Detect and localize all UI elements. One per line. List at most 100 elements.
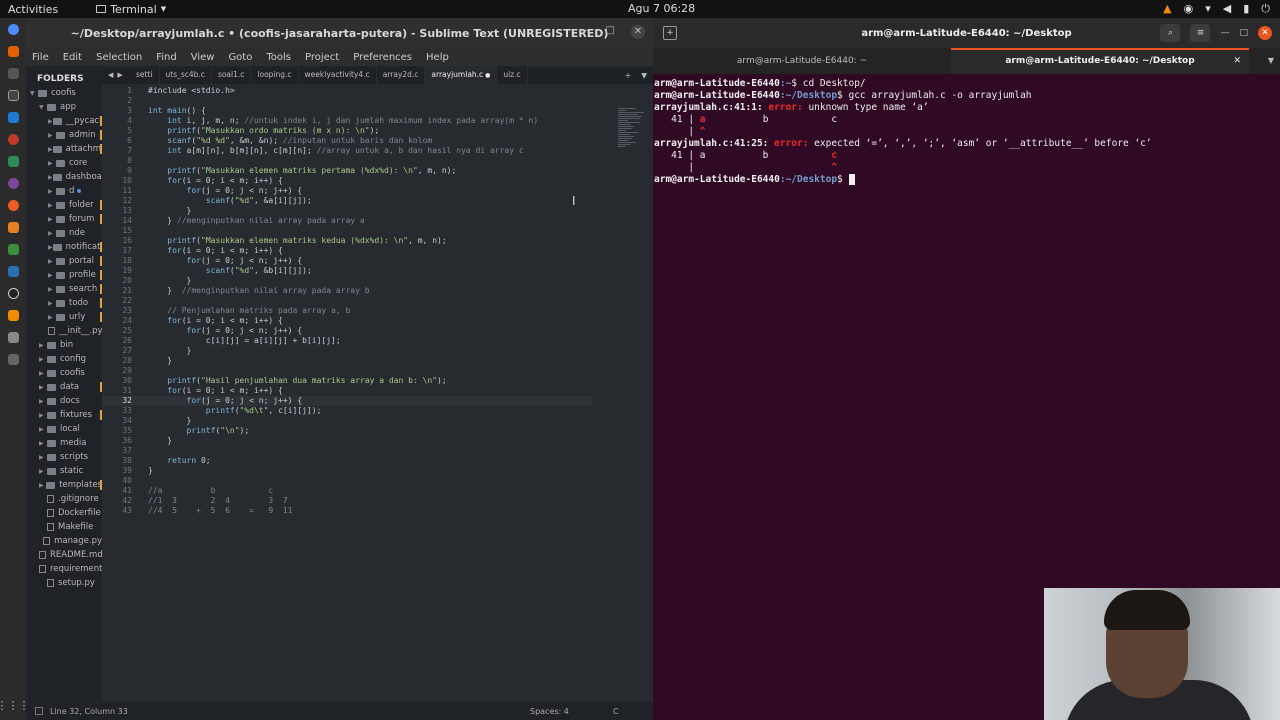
- code-line[interactable]: 22: [102, 296, 592, 306]
- activities-button[interactable]: Activities: [8, 3, 58, 16]
- code-line[interactable]: 32 for(j = 0; j < n; j++) {: [102, 396, 592, 406]
- terminal-titlebar[interactable]: + arm@arm-Latitude-E6440: ~/Desktop ⌕ ≡ …: [653, 18, 1280, 48]
- chevron-right-icon[interactable]: ▶: [48, 118, 53, 125]
- menu-item-project[interactable]: Project: [305, 52, 339, 63]
- folder-item[interactable]: ▶ local: [26, 422, 102, 436]
- trash-dock-icon[interactable]: [7, 354, 19, 365]
- search-icon[interactable]: ⌕: [1160, 24, 1181, 42]
- chevron-right-icon[interactable]: ▶: [39, 342, 47, 349]
- code-line[interactable]: 20 }: [102, 276, 592, 286]
- chevron-right-icon[interactable]: ▶: [39, 440, 47, 447]
- editor-tab[interactable]: looping.c: [251, 66, 299, 84]
- app-dock-icon[interactable]: [7, 266, 19, 277]
- chrome-dock-icon[interactable]: [7, 24, 19, 35]
- maximize-button[interactable]: □: [1239, 28, 1248, 38]
- folder-item[interactable]: ▶ core: [26, 156, 102, 170]
- folder-item[interactable]: ▶ media: [26, 436, 102, 450]
- editor-tab[interactable]: arrayjumlah.c ●: [425, 66, 498, 84]
- chevron-right-icon[interactable]: ▶: [39, 398, 47, 405]
- editor-tab[interactable]: weeklyactivity4.c: [299, 66, 377, 84]
- folder-item[interactable]: ▶ dashboard: [26, 170, 102, 184]
- folder-item[interactable]: ▶ bin: [26, 338, 102, 352]
- chevron-right-icon[interactable]: ▶: [39, 370, 47, 377]
- folder-item[interactable]: ▶ nde: [26, 226, 102, 240]
- drive-dock-icon[interactable]: [7, 332, 19, 343]
- indentation-setting[interactable]: Spaces: 4: [530, 707, 569, 716]
- chevron-right-icon[interactable]: ▶: [39, 384, 47, 391]
- menu-item-file[interactable]: File: [32, 52, 49, 63]
- folder-item[interactable]: ▶ admin: [26, 128, 102, 142]
- software-dock-icon[interactable]: [7, 222, 19, 233]
- code-line[interactable]: 35 printf("\n");: [102, 426, 592, 436]
- code-line[interactable]: 15: [102, 226, 592, 236]
- code-line[interactable]: 4 int i, j, m, n; //untuk indek i, j dan…: [102, 116, 592, 126]
- folder-item[interactable]: ▶ docs: [26, 394, 102, 408]
- file-item[interactable]: Makefile: [26, 520, 102, 534]
- code-line[interactable]: 26 c[i][j] = a[i][j] + b[i][j];: [102, 336, 592, 346]
- browser-dock-icon[interactable]: [7, 134, 19, 145]
- code-line[interactable]: 7 int a[m][n], b[m][n], c[m][n]; //array…: [102, 146, 592, 156]
- code-line[interactable]: 43 //4 5 + 5 6 = 9 11: [102, 506, 592, 516]
- folder-item[interactable]: ▶ coofis: [26, 366, 102, 380]
- chevron-right-icon[interactable]: ▶: [48, 272, 56, 279]
- editor-tab[interactable]: array2d.c: [377, 66, 426, 84]
- menu-item-preferences[interactable]: Preferences: [353, 52, 412, 63]
- minimize-button[interactable]: —: [580, 25, 590, 39]
- menu-item-tools[interactable]: Tools: [266, 52, 291, 63]
- code-line[interactable]: 27 }: [102, 346, 592, 356]
- file-item[interactable]: Dockerfile: [26, 506, 102, 520]
- code-line[interactable]: 38 return 0;: [102, 456, 592, 466]
- folder-item[interactable]: ▶ search: [26, 282, 102, 296]
- code-line[interactable]: 8: [102, 156, 592, 166]
- file-item[interactable]: setup.py: [26, 576, 102, 590]
- menu-item-edit[interactable]: Edit: [63, 52, 82, 63]
- settings-dock-icon[interactable]: [7, 244, 19, 255]
- folder-item[interactable]: ▶ config: [26, 352, 102, 366]
- chevron-right-icon[interactable]: ▶: [48, 300, 56, 307]
- file-item[interactable]: manage.py: [26, 534, 102, 548]
- menu-item-view[interactable]: View: [191, 52, 215, 63]
- menu-item-goto[interactable]: Goto: [228, 52, 252, 63]
- folder-item[interactable]: ▶ d: [26, 184, 102, 198]
- chevron-right-icon[interactable]: ▶: [39, 468, 47, 475]
- menu-item-help[interactable]: Help: [426, 52, 449, 63]
- code-line[interactable]: 11 for(j = 0; j < n; j++) {: [102, 186, 592, 196]
- folder-item[interactable]: ▶ __pycache__: [26, 114, 102, 128]
- panel-toggle-icon[interactable]: [35, 707, 43, 715]
- code-line[interactable]: 34 }: [102, 416, 592, 426]
- code-line[interactable]: 37: [102, 446, 592, 456]
- file-item[interactable]: .gitignore: [26, 492, 102, 506]
- folder-item[interactable]: ▶ fixtures: [26, 408, 102, 422]
- cursor-position[interactable]: Line 32, Column 33: [50, 707, 128, 716]
- new-tab-icon[interactable]: +: [663, 26, 677, 40]
- sublime-titlebar[interactable]: ~/Desktop/arrayjumlah.c • (coofis-jasara…: [26, 18, 653, 48]
- terminal-output[interactable]: arm@arm-Latitude-E6440:~$ cd Desktop/arm…: [654, 78, 1152, 186]
- code-line[interactable]: 42 //1 3 2 4 3 7: [102, 496, 592, 506]
- chevron-right-icon[interactable]: ▶: [48, 202, 56, 209]
- tor-dock-icon[interactable]: [7, 178, 19, 189]
- tab-menu-icon[interactable]: ▼: [641, 71, 647, 80]
- chevron-right-icon[interactable]: ▶: [48, 188, 56, 195]
- folder-item[interactable]: ▼ coofis: [26, 86, 102, 100]
- code-line[interactable]: 41 //a b c: [102, 486, 592, 496]
- folder-item[interactable]: ▶ attachment: [26, 142, 102, 156]
- chevron-right-icon[interactable]: ▶: [48, 216, 56, 223]
- code-line[interactable]: 12 scanf("%d", &a[i][j]);: [102, 196, 592, 206]
- chevron-right-icon[interactable]: ▶: [39, 426, 47, 433]
- tab-menu-icon[interactable]: ▼: [1268, 48, 1274, 74]
- vscode-dock-icon[interactable]: [7, 112, 19, 123]
- close-button[interactable]: ✕: [1258, 26, 1272, 40]
- app-menu[interactable]: Terminal ▼: [96, 3, 166, 16]
- hamburger-menu-icon[interactable]: ≡: [1190, 24, 1211, 42]
- minimap[interactable]: [618, 108, 648, 168]
- code-line[interactable]: 36 }: [102, 436, 592, 446]
- editor-tab[interactable]: soal1.c: [212, 66, 252, 84]
- unsaved-dot-icon[interactable]: ●: [483, 72, 490, 79]
- code-line[interactable]: 14 } //menginputkan nilai array pada arr…: [102, 216, 592, 226]
- code-line[interactable]: 29: [102, 366, 592, 376]
- terminal-tab-desktop[interactable]: arm@arm-Latitude-E6440: ~/Desktop ✕: [951, 48, 1249, 74]
- code-line[interactable]: 9 printf("Masukkan elemen matriks pertam…: [102, 166, 592, 176]
- chevron-down-icon[interactable]: ▼: [30, 90, 38, 97]
- code-line[interactable]: 23 // Penjumlahan matriks pada array a, …: [102, 306, 592, 316]
- code-line[interactable]: 28 }: [102, 356, 592, 366]
